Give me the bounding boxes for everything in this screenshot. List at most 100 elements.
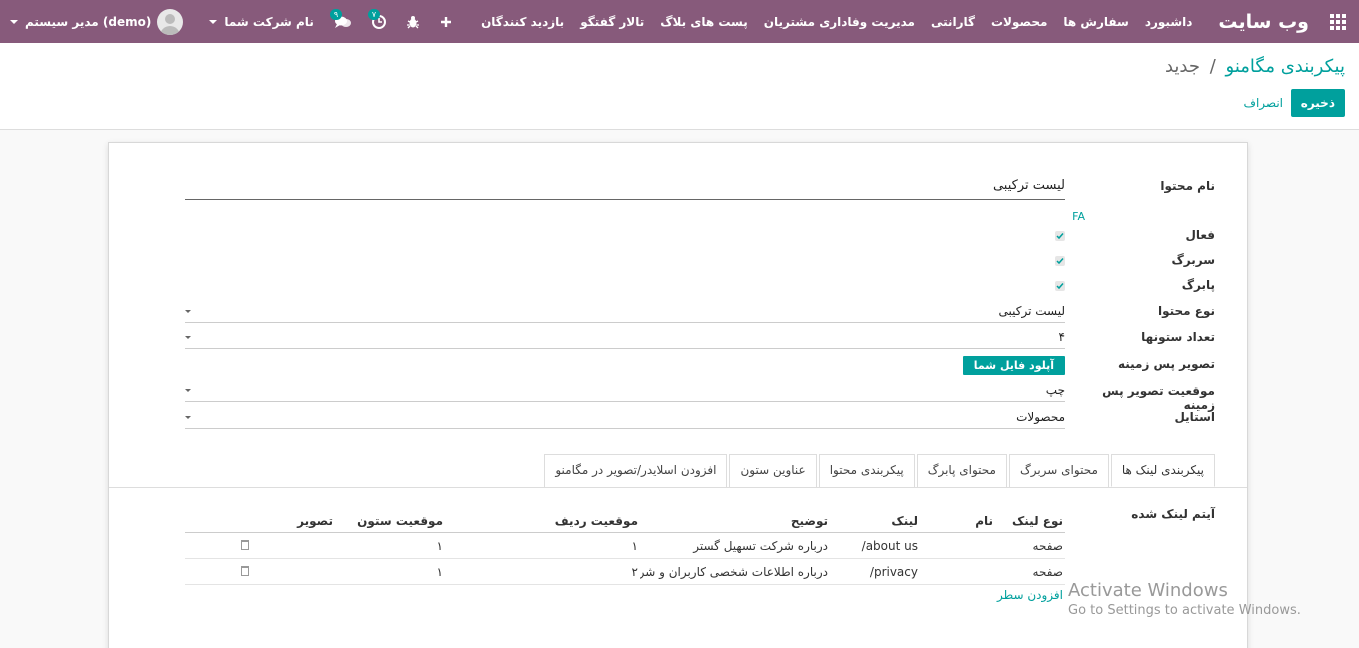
form-sheet: نام محتوا لیست ترکیبی FA فعال سربرگ پابر… (108, 142, 1248, 648)
active-label: فعال (1185, 228, 1215, 242)
user-menu[interactable]: مدیر سیستم (demo) (10, 8, 184, 35)
tab-content-config[interactable]: پیکربندی محتوا (818, 454, 915, 487)
watermark-subtitle: Go to Settings to activate Windows. (1068, 603, 1301, 618)
table-row[interactable]: صفحه /privacy درباره اطلاعات شخصی کاربرا… (185, 559, 1065, 585)
footer-label: پابرگ (1181, 278, 1215, 292)
activities-badge: ۷ (367, 8, 381, 20)
windows-activation-watermark: Activate Windows Go to Settings to activ… (1068, 580, 1301, 618)
col-header-description[interactable]: توضیح (640, 514, 830, 528)
cell-link-type: صفحه (1032, 564, 1063, 579)
col-header-column-position[interactable]: موقعیت ستون (335, 514, 445, 528)
dropdown-arrow-icon (185, 310, 191, 313)
debug-button[interactable] (406, 12, 420, 32)
content-name-label: نام محتوا (1160, 179, 1215, 193)
control-panel: پیکربندی مگامنو / جدید ذخیره انصراف (0, 43, 1359, 130)
col-header-link[interactable]: لینک (830, 514, 920, 528)
linked-items-table: نوع لینک نام لینک توضیح موقعیت ردیف موقع… (185, 509, 1065, 585)
footer-checkbox[interactable] (1055, 281, 1065, 291)
tab-slider-image[interactable]: افزودن اسلایدر/تصویر در مگامنو (544, 454, 728, 487)
check-icon (1056, 283, 1064, 290)
table-row[interactable]: صفحه /about us درباره شرکت تسهیل گستر ۱ … (185, 533, 1065, 559)
trash-icon[interactable] (241, 539, 249, 550)
header-checkbox[interactable] (1055, 256, 1065, 266)
menu-forum[interactable]: تالار گفتگو (572, 15, 652, 29)
content-name-input[interactable]: لیست ترکیبی (185, 174, 1065, 200)
menu-blog-posts[interactable]: پست های بلاگ (652, 15, 756, 29)
caret-down-icon (10, 19, 18, 24)
tab-link-config[interactable]: پیکربندی لینک ها (1110, 454, 1215, 487)
col-header-link-type[interactable]: نوع لینک (995, 514, 1065, 528)
caret-down-icon (209, 19, 218, 24)
plus-icon (440, 16, 451, 27)
table-header: نوع لینک نام لینک توضیح موقعیت ردیف موقع… (185, 509, 1065, 533)
main-menu: داشبورد سفارش ها محصولات گارانتی مدیریت … (473, 15, 1200, 29)
cell-link-type: صفحه (1032, 538, 1063, 553)
breadcrumb-parent[interactable]: پیکربندی مگامنو (1226, 56, 1345, 77)
top-navbar: وب سایت داشبورد سفارش ها محصولات گارانتی… (0, 0, 1359, 43)
columns-count-value: ۴ (1058, 330, 1065, 344)
messages-button[interactable]: ۹ (329, 8, 352, 32)
check-icon (1056, 258, 1064, 265)
dropdown-arrow-icon (185, 389, 191, 392)
col-header-row-position[interactable]: موقعیت ردیف (445, 514, 640, 528)
cell-column-position: ۱ (436, 564, 443, 579)
tabs-divider (109, 487, 1247, 488)
cell-column-position: ۱ (436, 538, 443, 553)
add-line-link[interactable]: افزودن سطر (997, 588, 1063, 602)
header-label: سربرگ (1171, 253, 1215, 267)
background-position-label: موقعیت تصویر پس زمینه (1102, 384, 1215, 412)
col-header-name[interactable]: نام (920, 514, 995, 528)
cell-row-position: ۱ (631, 538, 638, 553)
save-button[interactable]: ذخیره (1290, 89, 1345, 117)
background-position-select[interactable]: چپ (185, 379, 1065, 402)
style-value: محصولات (1016, 410, 1065, 424)
cell-link: /about us (861, 538, 918, 553)
avatar (157, 8, 184, 35)
menu-visitors[interactable]: بازدید کنندگان (473, 15, 572, 29)
menu-loyalty[interactable]: مدیریت وفاداری مشتریان (756, 15, 923, 29)
menu-warranty[interactable]: گارانتی (923, 15, 983, 29)
cell-link: /privacy (869, 564, 918, 579)
col-header-image[interactable]: تصویر (265, 514, 335, 528)
content-type-select[interactable]: لیست ترکیبی (185, 300, 1065, 323)
apps-menu-icon[interactable] (1317, 0, 1359, 43)
tab-header-content[interactable]: محتوای سربرگ (1008, 454, 1109, 487)
menu-orders[interactable]: سفارش ها (1055, 15, 1136, 29)
active-checkbox[interactable] (1055, 231, 1065, 241)
background-image-label: تصویر پس زمینه (1117, 357, 1215, 371)
linked-items-label: آیتم لینک شده (1131, 507, 1215, 521)
messages-badge: ۹ (329, 8, 343, 20)
style-select[interactable]: محصولات (185, 406, 1065, 429)
menu-products[interactable]: محصولات (983, 15, 1055, 29)
language-button[interactable]: FA (1072, 210, 1085, 223)
company-switcher[interactable]: نام شرکت شما (209, 14, 314, 29)
columns-count-label: تعداد ستونها (1141, 330, 1215, 344)
app-brand[interactable]: وب سایت (1218, 11, 1309, 33)
content-type-label: نوع محتوا (1157, 304, 1215, 318)
tab-column-titles[interactable]: عناوین ستون (729, 454, 817, 487)
check-icon (1056, 233, 1064, 240)
background-position-value: چپ (1045, 383, 1065, 397)
dropdown-arrow-icon (185, 416, 191, 419)
watermark-title: Activate Windows (1068, 580, 1228, 601)
systray: مدیر سیستم (demo) نام شرکت شما ۹ ۷ (0, 0, 452, 43)
tab-footer-content[interactable]: محتوای پابرگ (916, 454, 1007, 487)
breadcrumb: پیکربندی مگامنو / جدید (1165, 56, 1345, 77)
trash-icon[interactable] (241, 565, 249, 576)
user-name: مدیر سیستم (demo) (25, 14, 152, 29)
cell-description: درباره اطلاعات شخصی کاربران و شرکت (640, 564, 828, 579)
discard-button[interactable]: انصراف (1244, 96, 1283, 110)
upload-file-button[interactable]: آپلود فایل شما (962, 356, 1065, 375)
cell-row-position: ۲ (631, 564, 638, 579)
style-label: استایل (1174, 410, 1215, 424)
dropdown-arrow-icon (185, 336, 191, 339)
columns-count-select[interactable]: ۴ (185, 326, 1065, 349)
bug-icon (406, 15, 419, 28)
content-type-value: لیست ترکیبی (998, 304, 1066, 318)
menu-dashboard[interactable]: داشبورد (1137, 15, 1201, 29)
breadcrumb-current: جدید (1164, 56, 1200, 77)
activities-button[interactable]: ۷ (367, 8, 386, 32)
company-name: نام شرکت شما (224, 14, 314, 29)
quick-create-button[interactable] (440, 12, 452, 32)
cell-description: درباره شرکت تسهیل گستر (693, 538, 828, 553)
